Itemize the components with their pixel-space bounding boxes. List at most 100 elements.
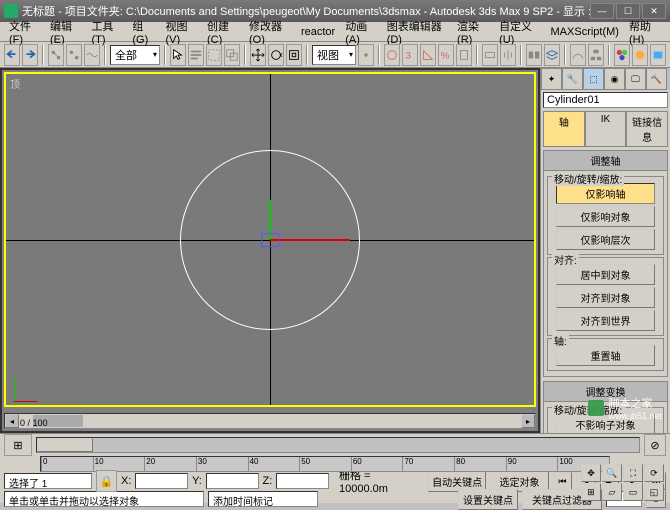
subtab-pivot[interactable]: 轴 bbox=[543, 111, 585, 147]
reset-pivot-button[interactable]: 重置轴 bbox=[556, 345, 656, 366]
tab-motion[interactable]: ◉ bbox=[604, 68, 625, 90]
subtab-link-info[interactable]: 链接信息 bbox=[626, 111, 668, 147]
schematic-view-button[interactable] bbox=[588, 44, 604, 66]
maximize-viewport-button[interactable]: ◱ bbox=[644, 483, 664, 501]
zoom-button[interactable]: 🔍 bbox=[602, 464, 622, 482]
watermark-logo-icon bbox=[588, 400, 604, 416]
lock-selection-button[interactable]: 🔒 bbox=[96, 470, 117, 492]
affect-pivot-only-button[interactable]: 仅影响轴 bbox=[556, 183, 656, 204]
ref-coord-dropdown[interactable]: 视图 bbox=[312, 45, 356, 65]
use-center-button[interactable] bbox=[358, 44, 374, 66]
set-key-button[interactable]: 设置关键点 bbox=[458, 489, 518, 510]
select-by-name-button[interactable] bbox=[188, 44, 204, 66]
object-name-field[interactable]: Cylinder01 bbox=[543, 92, 668, 108]
group-pivot: 轴: bbox=[552, 333, 569, 348]
coord-z-field[interactable] bbox=[276, 473, 329, 489]
render-setup-button[interactable] bbox=[632, 44, 648, 66]
scroll-left-button[interactable]: ◂ bbox=[5, 414, 19, 428]
tick: 70 bbox=[402, 457, 454, 471]
scale-button[interactable] bbox=[286, 44, 302, 66]
minimize-button[interactable]: — bbox=[590, 3, 614, 19]
tab-hierarchy[interactable]: ⬚ bbox=[583, 68, 604, 90]
key-mode-button[interactable]: ⊘ bbox=[644, 434, 666, 456]
menu-maxscript[interactable]: MAXScript(M) bbox=[546, 24, 624, 40]
region-zoom-button[interactable]: ▭ bbox=[623, 483, 643, 501]
bind-spacewarp-button[interactable] bbox=[84, 44, 100, 66]
layer-button[interactable] bbox=[544, 44, 560, 66]
center-to-object-button[interactable]: 居中到对象 bbox=[556, 264, 656, 285]
coord-x-field[interactable] bbox=[135, 473, 188, 489]
orbit-button[interactable]: ⟳ bbox=[644, 464, 664, 482]
tick: 40 bbox=[248, 457, 300, 471]
scroll-right-button[interactable]: ▸ bbox=[521, 414, 535, 428]
coord-y-field[interactable] bbox=[206, 473, 259, 489]
material-editor-button[interactable] bbox=[614, 44, 630, 66]
tab-utilities[interactable]: 🔨 bbox=[646, 68, 667, 90]
tick: 0 bbox=[41, 457, 93, 471]
timeline-config-button[interactable]: ⊞ bbox=[4, 434, 32, 456]
command-panel-tabs: ✦ 🔧 ⬚ ◉ 🖵 🔨 bbox=[541, 68, 670, 90]
tick: 60 bbox=[351, 457, 403, 471]
tick: 90 bbox=[506, 457, 558, 471]
affect-object-only-button[interactable]: 仅影响对象 bbox=[556, 206, 656, 227]
mirror-button[interactable] bbox=[500, 44, 516, 66]
ref-coord-value: 视图 bbox=[317, 47, 339, 63]
select-region-button[interactable] bbox=[206, 44, 222, 66]
align-to-object-button[interactable]: 对齐到对象 bbox=[556, 287, 656, 308]
frame-counter: 0 / 100 bbox=[20, 418, 48, 428]
percent-snap-button[interactable]: % bbox=[438, 44, 454, 66]
menu-bar: 文件(F) 编辑(E) 工具(T) 组(G) 视图(V) 创建(C) 修改器(O… bbox=[0, 22, 670, 42]
tick: 50 bbox=[299, 457, 351, 471]
named-selection-button[interactable] bbox=[482, 44, 498, 66]
affect-hierarchy-only-button[interactable]: 仅影响层次 bbox=[556, 229, 656, 250]
viewport-area: 顶 ◂ ▸ 0 / 100 bbox=[0, 68, 540, 433]
time-tag-field[interactable]: 添加时间标记 bbox=[208, 491, 318, 507]
subtab-ik[interactable]: IK bbox=[585, 111, 627, 147]
gizmo-x-axis[interactable] bbox=[270, 239, 350, 241]
tick: 20 bbox=[144, 457, 196, 471]
tab-create[interactable]: ✦ bbox=[541, 68, 562, 90]
align-button[interactable] bbox=[526, 44, 542, 66]
spinner-snap-button[interactable] bbox=[456, 44, 472, 66]
rollup-adjust-pivot-header[interactable]: 调整轴 bbox=[544, 151, 667, 171]
align-to-world-button[interactable]: 对齐到世界 bbox=[556, 310, 656, 331]
fov-button[interactable]: ▱ bbox=[602, 483, 622, 501]
viewport-top[interactable]: 顶 bbox=[4, 72, 536, 407]
manipulate-button[interactable] bbox=[384, 44, 400, 66]
window-crossing-button[interactable] bbox=[224, 44, 240, 66]
zoom-extents-button[interactable]: ⛶ bbox=[623, 464, 643, 482]
zoom-all-button[interactable]: ⊞ bbox=[581, 483, 601, 501]
time-slider-thumb[interactable] bbox=[37, 438, 93, 452]
undo-button[interactable] bbox=[4, 44, 20, 66]
select-button[interactable] bbox=[170, 44, 186, 66]
gizmo-center[interactable] bbox=[261, 233, 279, 247]
tab-modify[interactable]: 🔧 bbox=[562, 68, 583, 90]
tick: 80 bbox=[454, 457, 506, 471]
link-button[interactable] bbox=[48, 44, 64, 66]
snap-button[interactable]: 3 bbox=[402, 44, 418, 66]
menu-reactor[interactable]: reactor bbox=[296, 24, 340, 40]
svg-text:%: % bbox=[441, 50, 450, 61]
move-button[interactable] bbox=[250, 44, 266, 66]
redo-button[interactable] bbox=[22, 44, 38, 66]
tab-display[interactable]: 🖵 bbox=[625, 68, 646, 90]
render-button[interactable] bbox=[650, 44, 666, 66]
coord-y-label: Y: bbox=[192, 475, 202, 487]
curve-editor-button[interactable] bbox=[570, 44, 586, 66]
viewport-label: 顶 bbox=[10, 76, 20, 91]
time-slider[interactable] bbox=[36, 437, 640, 453]
selection-filter-dropdown[interactable]: 全部 bbox=[110, 45, 160, 65]
group-move-rotate-scale: 移动/旋转/缩放: bbox=[552, 171, 624, 186]
viewport-nav-controls: ✥ 🔍 ⛶ ⟳ ⊞ ▱ ▭ ◱ bbox=[581, 464, 664, 501]
tick: 10 bbox=[93, 457, 145, 471]
menu-group[interactable]: 组(G) bbox=[127, 16, 160, 48]
time-ruler[interactable]: 0 10 20 30 40 50 60 70 80 90 100 bbox=[40, 456, 610, 472]
coord-z-label: Z: bbox=[263, 475, 273, 487]
command-panel: ✦ 🔧 ⬚ ◉ 🖵 🔨 Cylinder01 轴 IK 链接信息 调整轴 移动/… bbox=[540, 68, 670, 433]
rotate-button[interactable] bbox=[268, 44, 284, 66]
angle-snap-button[interactable] bbox=[420, 44, 436, 66]
viewport-scrollbar[interactable]: ◂ ▸ bbox=[4, 413, 536, 429]
pan-button[interactable]: ✥ bbox=[581, 464, 601, 482]
unlink-button[interactable] bbox=[66, 44, 82, 66]
goto-start-button[interactable]: ⏮ bbox=[553, 472, 572, 490]
